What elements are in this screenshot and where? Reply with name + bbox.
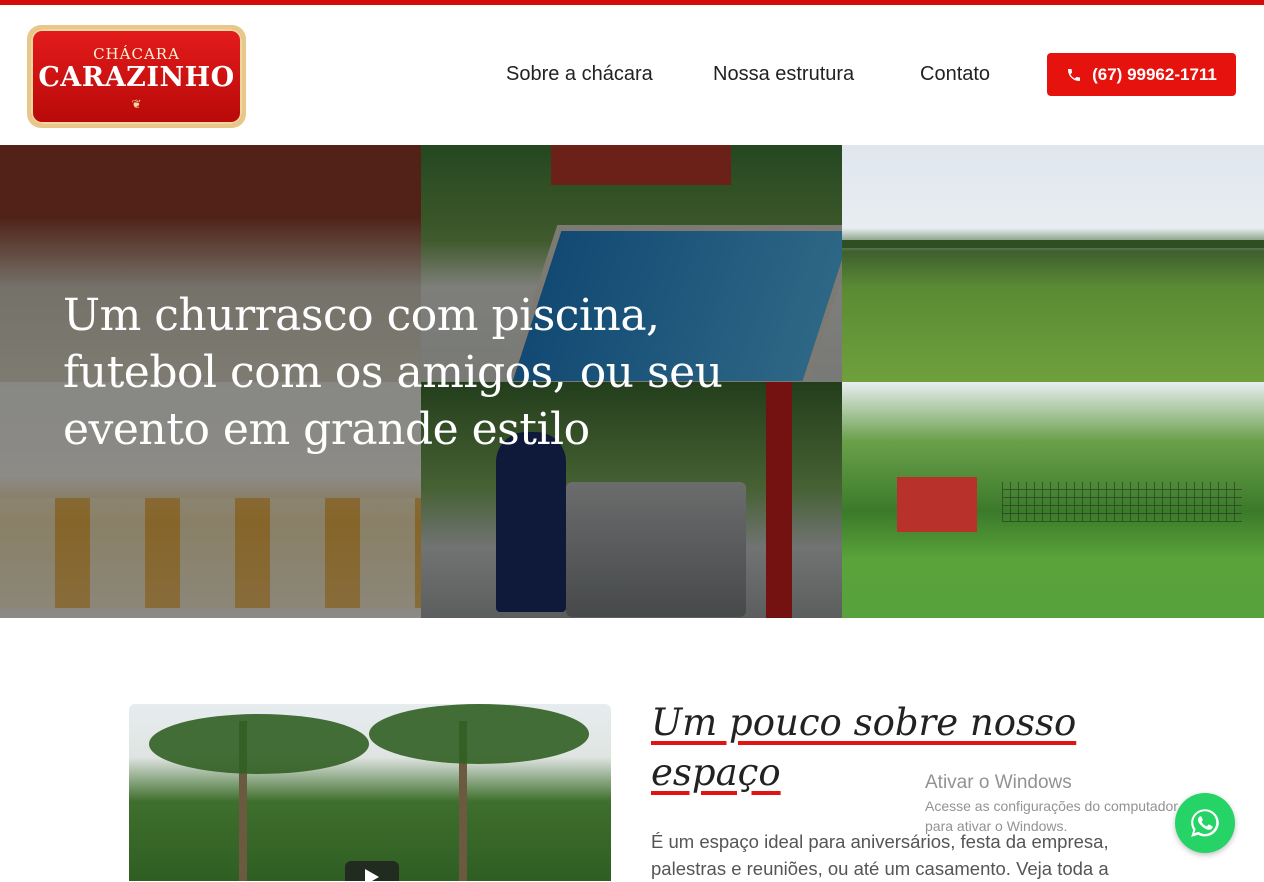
site-header: CHÁCARA CARAZINHO ❦ Sobre a chácara Noss… [0, 5, 1264, 145]
about-video[interactable] [129, 704, 611, 881]
hero-photo-soccer-field [842, 145, 1264, 382]
phone-icon [1068, 68, 1081, 81]
video-play-button[interactable] [345, 861, 399, 881]
nav-link-estrutura[interactable]: Nossa estrutura [713, 63, 854, 86]
windows-activation-watermark: Ativar o Windows Acesse as configurações… [925, 772, 1205, 836]
phone-number: (67) 99962-1711 [1092, 64, 1217, 84]
site-logo[interactable]: CHÁCARA CARAZINHO ❦ [27, 25, 246, 128]
logo-line-1: CHÁCARA [93, 45, 180, 63]
logo-line-2: CARAZINHO [38, 62, 235, 93]
nav-link-sobre[interactable]: Sobre a chácara [506, 63, 653, 86]
whatsapp-button[interactable] [1175, 793, 1235, 853]
watermark-title: Ativar o Windows [925, 772, 1072, 793]
watermark-subtitle: Acesse as configurações do computador pa… [925, 798, 1178, 834]
whatsapp-icon [1191, 809, 1219, 837]
hero-photo-volleyball [842, 382, 1264, 618]
hero-banner: Um churrasco com piscina, futebol com os… [0, 145, 1264, 618]
logo-ornament: ❦ [131, 97, 142, 111]
phone-button[interactable]: (67) 99962-1711 [1047, 53, 1236, 96]
hero-title: Um churrasco com piscina, futebol com os… [63, 290, 723, 455]
nav-link-contato[interactable]: Contato [920, 63, 990, 86]
about-text: É um espaço ideal para aniversários, fes… [651, 831, 1109, 879]
play-icon [365, 869, 379, 881]
